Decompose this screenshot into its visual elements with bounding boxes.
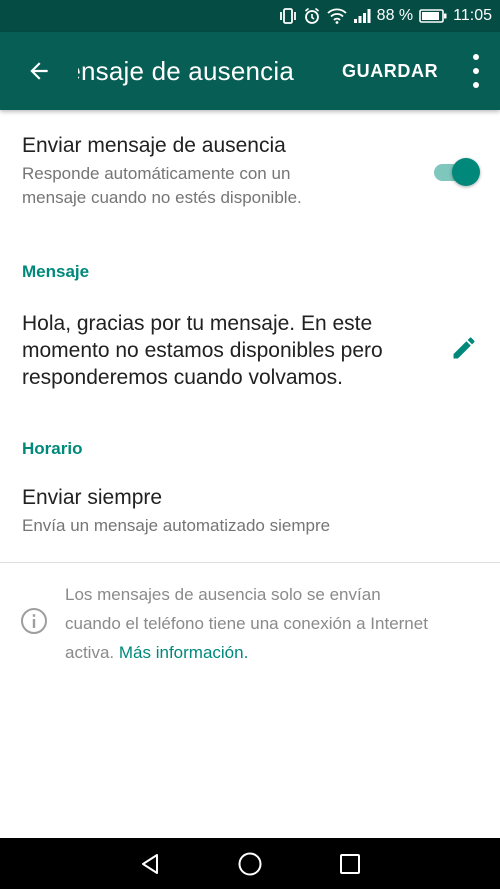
info-text: Los mensajes de ausencia solo se envían … — [65, 580, 490, 667]
app-bar: Mensaje de ausencia GUARDAR — [0, 32, 500, 110]
clock-time: 11:05 — [453, 7, 492, 24]
away-message-text[interactable]: Hola, gracias por tu mensaje. En este mo… — [22, 310, 422, 391]
battery-text: 88 % — [376, 7, 414, 24]
signal-icon — [353, 8, 371, 24]
away-message-line1: Hola, gracias por tu mensaje. En este — [22, 312, 373, 335]
info-line1: Los mensajes de ausencia solo se envían — [65, 585, 381, 604]
away-message-line3: responderemos cuando volvamos. — [22, 366, 344, 389]
battery-icon — [419, 9, 447, 23]
more-info-link[interactable]: Más información. — [119, 643, 248, 662]
nav-home-icon[interactable] — [220, 838, 280, 889]
pencil-icon[interactable] — [450, 334, 478, 367]
schedule-row[interactable]: Enviar siempre Envía un mensaje automati… — [22, 486, 478, 538]
nav-recents-icon[interactable] — [320, 838, 380, 889]
away-message-line2: momento no estamos disponibles pero — [22, 339, 383, 362]
schedule-section-header: Horario — [22, 439, 83, 458]
info-icon — [20, 607, 48, 640]
status-bar: 88 % 11:05 — [0, 0, 500, 32]
page-title: Mensaje de ausencia — [78, 55, 294, 86]
divider — [0, 562, 500, 563]
away-toggle-subtitle-line2: mensaje cuando no estés disponible. — [22, 188, 302, 207]
arrow-back-icon — [30, 62, 48, 80]
schedule-title: Enviar siempre — [22, 486, 163, 509]
back-button[interactable] — [0, 32, 78, 110]
info-line3: activa. Más información. — [65, 638, 490, 667]
away-toggle-subtitle-line1: Responde automáticamente con un — [22, 164, 291, 183]
more-vert-icon[interactable] — [464, 54, 488, 88]
info-line3-prefix: activa. — [65, 643, 115, 662]
wifi-icon — [327, 8, 347, 24]
schedule-subtitle: Envía un mensaje automatizado siempre — [22, 516, 331, 535]
system-nav-bar — [0, 838, 500, 889]
vibrate-icon — [279, 7, 297, 25]
away-message-switch[interactable] — [432, 157, 480, 187]
message-section-header: Mensaje — [22, 262, 90, 281]
alarm-icon — [303, 7, 321, 25]
save-button[interactable]: GUARDAR — [342, 61, 438, 82]
away-message-toggle-row[interactable]: Enviar mensaje de ausencia Responde auto… — [22, 134, 478, 210]
info-line2: cuando el teléfono tiene una conexión a … — [65, 614, 428, 633]
nav-back-icon[interactable] — [120, 838, 180, 889]
away-toggle-title: Enviar mensaje de ausencia — [22, 134, 286, 157]
switch-thumb — [452, 158, 480, 186]
away-toggle-subtitle: Responde automáticamente con un mensaje … — [22, 162, 478, 210]
